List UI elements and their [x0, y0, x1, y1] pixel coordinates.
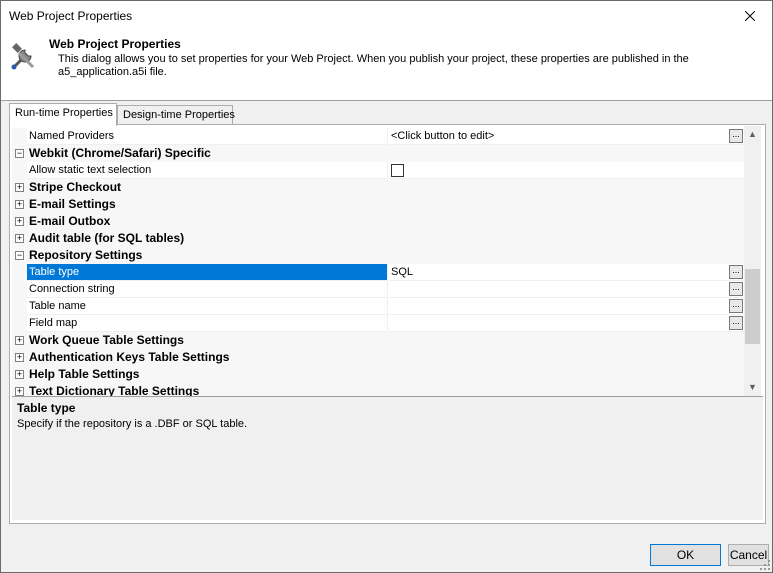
property-category-row[interactable]: + Text Dictionary Table Settings — [12, 383, 745, 396]
category-label: E-mail Settings — [29, 197, 116, 211]
expand-icon[interactable]: + — [15, 387, 24, 396]
category-label: Webkit (Chrome/Safari) Specific — [29, 146, 211, 160]
dialog-window: Web Project Properties Web Project Prope… — [0, 0, 773, 573]
ellipsis-button[interactable]: ... — [729, 282, 743, 296]
category-label: Help Table Settings — [29, 367, 140, 381]
tab-panel: Named Providers <Click button to edit>...… — [9, 124, 766, 524]
property-value[interactable]: ... — [389, 281, 745, 298]
expand-icon[interactable]: + — [15, 217, 24, 226]
tab-runtime-properties[interactable]: Run-time Properties — [9, 103, 117, 126]
close-button[interactable] — [727, 1, 772, 31]
property-value-text: <Click button to edit> — [391, 130, 495, 142]
category-label: Work Queue Table Settings — [29, 333, 184, 347]
tab-designtime-properties[interactable]: Design-time Properties — [117, 105, 235, 126]
property-value[interactable] — [389, 162, 745, 179]
property-category-row[interactable]: − Webkit (Chrome/Safari) Specific — [12, 145, 745, 162]
description-text: Specify if the repository is a .DBF or S… — [17, 418, 248, 430]
expand-icon[interactable]: + — [15, 370, 24, 379]
header-description: This dialog allows you to set properties… — [58, 53, 689, 78]
property-name[interactable]: Table name — [27, 298, 388, 315]
expand-icon[interactable]: + — [15, 353, 24, 362]
property-value[interactable]: ... — [389, 315, 745, 332]
row-gutter — [12, 128, 27, 145]
title-bar[interactable]: Web Project Properties — [1, 1, 772, 32]
scrollbar-thumb[interactable] — [745, 269, 760, 344]
property-value[interactable]: SQL... — [389, 264, 745, 281]
ellipsis-button[interactable]: ... — [729, 316, 743, 330]
collapse-icon[interactable]: − — [15, 149, 24, 158]
property-row[interactable]: Allow static text selection — [12, 162, 745, 179]
tools-icon — [11, 43, 35, 70]
property-value[interactable]: <Click button to edit>... — [389, 128, 745, 145]
dialog-header: Web Project Properties This dialog allow… — [1, 32, 772, 101]
close-icon — [744, 11, 755, 21]
property-row[interactable]: Table name... — [12, 298, 745, 315]
property-value[interactable]: ... — [389, 298, 745, 315]
property-row[interactable]: Connection string... — [12, 281, 745, 298]
property-name[interactable]: Table type — [27, 264, 388, 281]
collapse-icon[interactable]: − — [15, 251, 24, 260]
property-name[interactable]: Named Providers — [27, 128, 388, 145]
row-gutter — [12, 298, 27, 315]
property-row[interactable]: Field map... — [12, 315, 745, 332]
category-label: Authentication Keys Table Settings — [29, 350, 230, 364]
ok-button[interactable]: OK — [650, 544, 721, 566]
property-name[interactable]: Allow static text selection — [27, 162, 388, 179]
category-label: Text Dictionary Table Settings — [29, 384, 200, 396]
property-checkbox[interactable] — [391, 164, 404, 177]
row-gutter — [12, 162, 27, 179]
property-category-row[interactable]: + Audit table (for SQL tables) — [12, 230, 745, 247]
description-title: Table type — [17, 401, 76, 415]
window-title: Web Project Properties — [9, 9, 133, 23]
header-title: Web Project Properties — [49, 37, 181, 51]
scroll-up-icon[interactable]: ▲ — [744, 126, 761, 143]
ellipsis-button[interactable]: ... — [729, 299, 743, 313]
property-category-row[interactable]: + Authentication Keys Table Settings — [12, 349, 745, 366]
row-gutter — [12, 315, 27, 332]
property-value-text: SQL — [391, 266, 414, 278]
property-category-row[interactable]: + Stripe Checkout — [12, 179, 745, 196]
expand-icon[interactable]: + — [15, 183, 24, 192]
property-name[interactable]: Connection string — [27, 281, 388, 298]
category-label: Audit table (for SQL tables) — [29, 231, 185, 245]
ellipsis-button[interactable]: ... — [729, 129, 743, 143]
description-pane: Table type Specify if the repository is … — [12, 396, 763, 520]
category-label: E-mail Outbox — [29, 214, 111, 228]
property-row[interactable]: Named Providers <Click button to edit>... — [12, 128, 745, 145]
scroll-down-icon[interactable]: ▼ — [744, 379, 761, 396]
expand-icon[interactable]: + — [15, 336, 24, 345]
category-label: Stripe Checkout — [29, 180, 122, 194]
property-category-row[interactable]: − Repository Settings — [12, 247, 745, 264]
expand-icon[interactable]: + — [15, 200, 24, 209]
property-name[interactable]: Field map — [27, 315, 388, 332]
resize-grip-icon[interactable] — [760, 560, 770, 570]
property-category-row[interactable]: + Work Queue Table Settings — [12, 332, 745, 349]
expand-icon[interactable]: + — [15, 234, 24, 243]
vertical-scrollbar[interactable]: ▲ ▼ — [744, 126, 761, 396]
category-label: Repository Settings — [29, 248, 143, 262]
property-row[interactable]: Table type SQL... — [12, 264, 745, 281]
property-grid[interactable]: Named Providers <Click button to edit>...… — [12, 128, 745, 396]
ellipsis-button[interactable]: ... — [729, 265, 743, 279]
property-category-row[interactable]: + Help Table Settings — [12, 366, 745, 383]
property-category-row[interactable]: + E-mail Outbox — [12, 213, 745, 230]
row-gutter — [12, 281, 27, 298]
property-category-row[interactable]: + E-mail Settings — [12, 196, 745, 213]
row-gutter — [12, 264, 27, 281]
